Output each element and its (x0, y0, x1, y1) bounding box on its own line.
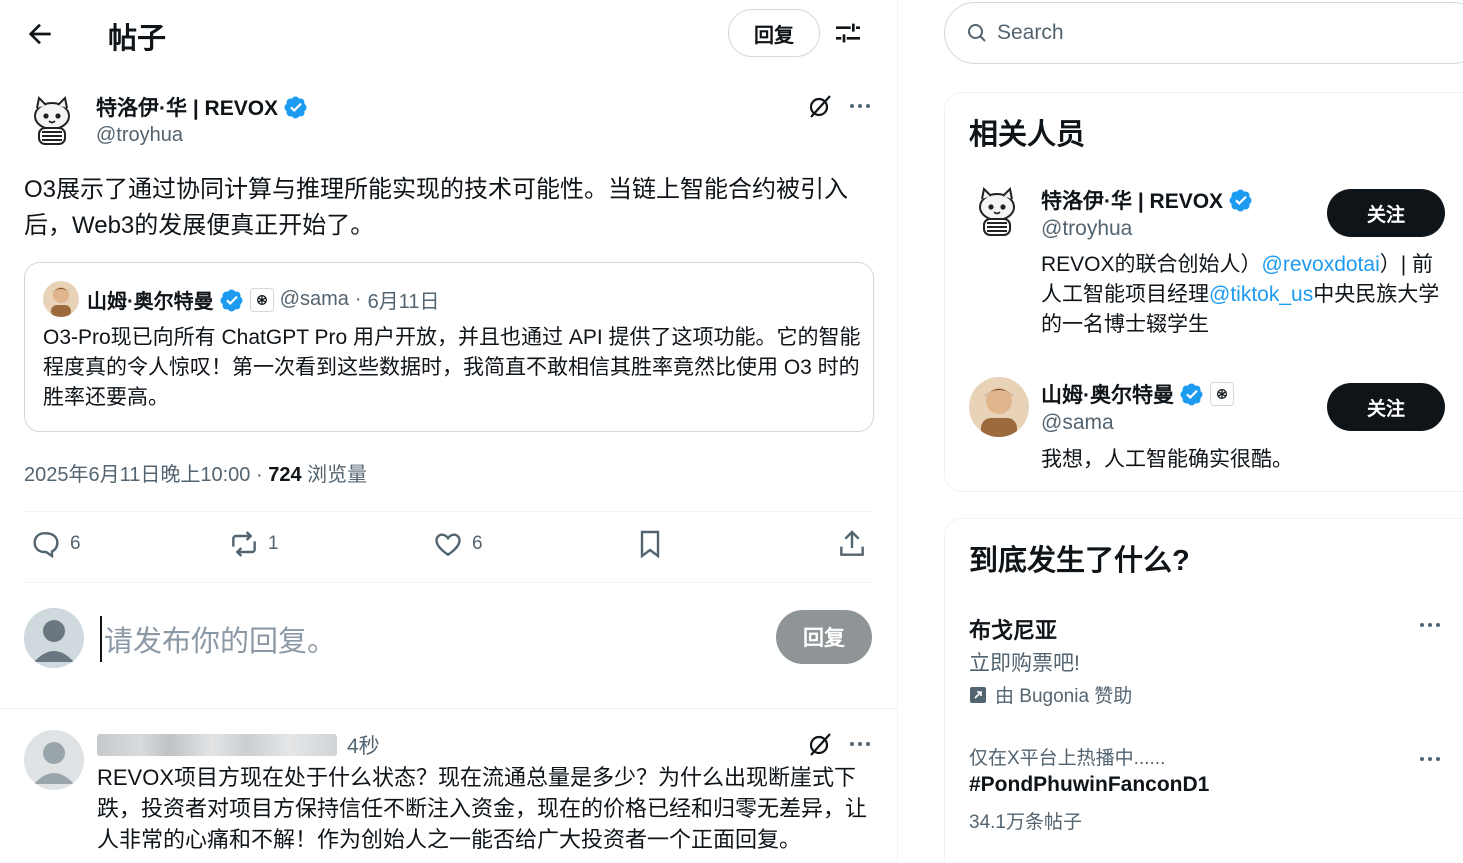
trend-subtitle: 立即购票吧! (969, 652, 1080, 675)
openai-icon[interactable] (1210, 382, 1234, 406)
person-handle[interactable]: @troyhua (1041, 217, 1132, 241)
like-count: 6 (472, 533, 483, 554)
verified-icon (220, 289, 243, 311)
reply-submit-button[interactable]: 回复 (776, 610, 872, 664)
repost-action[interactable]: 1 (228, 528, 279, 560)
trend-context: 仅在X平台上热播中...... (969, 748, 1166, 769)
more-icon[interactable] (1415, 745, 1445, 773)
quote-text: O3-Pro现已向所有 ChatGPT Pro 用户开放，并且也通过 API 提… (43, 326, 861, 409)
adjust-icon[interactable] (832, 17, 864, 49)
more-icon[interactable] (1415, 611, 1445, 639)
relevant-people-title: 相关人员 (969, 119, 1086, 151)
trends-title: 到底发生了什么? (969, 545, 1190, 577)
bookmark-icon (640, 530, 660, 559)
person-name-text[interactable]: 特洛伊·华 | REVOX (1041, 185, 1223, 215)
bookmark-action[interactable] (634, 528, 666, 560)
grok-icon[interactable] (806, 730, 834, 758)
more-icon[interactable] (846, 92, 874, 120)
views-count: 724 (268, 464, 302, 486)
follow-button[interactable]: 关注 (1327, 383, 1445, 431)
post-text: O3展示了通过协同计算与推理所能实现的技术可能性。当链上智能合约被引入后，Web… (24, 176, 849, 239)
right-sidebar: Search 相关人员 特洛伊·华 | REVOX @troyhua 关注 RE… (898, 0, 1463, 863)
quote-handle[interactable]: @sama (280, 288, 349, 311)
divider (0, 708, 898, 709)
post-author-name[interactable]: 特洛伊·华 | REVOX (96, 92, 308, 122)
reply-input[interactable]: 请发布你的回复。 (100, 616, 720, 662)
main-column: 帖子 回复 特洛伊·华 | REVOX @troyhua O3展示了通过协同计算… (0, 0, 898, 863)
divider (24, 582, 874, 583)
my-avatar[interactable] (24, 608, 84, 668)
share-action[interactable] (836, 528, 868, 560)
like-icon (435, 533, 461, 557)
quote-author-avatar[interactable] (43, 281, 79, 317)
reply-text: REVOX项目方现在处于什么状态？现在流通总量是多少？为什么出现断崖式下跌，投资… (97, 765, 868, 852)
reply-filter-button[interactable]: 回复 (728, 9, 820, 57)
trend-name[interactable]: 布戈尼亚 (969, 613, 1057, 645)
repost-count: 1 (268, 533, 279, 554)
quote-header: 山姆·奥尔特曼 @sama · 6月11日 (87, 285, 439, 314)
person-name[interactable]: 特洛伊·华 | REVOX (1041, 185, 1253, 215)
post-meta: 2025年6月11日晚上10:00 · 724 浏览量 (24, 458, 367, 487)
bio-link[interactable]: @revoxdotai (1262, 253, 1380, 276)
reply-time[interactable]: 4秒 (347, 730, 380, 760)
trend-post-count: 34.1万条帖子 (969, 812, 1082, 833)
grok-icon[interactable] (806, 92, 834, 120)
reply-author-avatar[interactable] (24, 730, 84, 790)
divider (24, 511, 874, 512)
promoted-label[interactable]: 由 Bugonia 赞助 (969, 681, 1132, 708)
reply-header: 4秒 (97, 730, 380, 760)
quote-author-name[interactable]: 山姆·奥尔特曼 (87, 285, 214, 314)
bio-link[interactable]: @tiktok_us (1209, 283, 1313, 306)
more-icon[interactable] (846, 730, 874, 758)
promoted-text: 由 Bugonia 赞助 (995, 686, 1133, 707)
share-icon (840, 530, 864, 556)
search-icon (968, 24, 986, 42)
search-placeholder: Search (997, 21, 1064, 44)
post-author-name-text[interactable]: 特洛伊·华 | REVOX (96, 92, 278, 122)
post-author-handle[interactable]: @troyhua (96, 124, 183, 147)
bio-text: REVOX的联合创始人） (1041, 253, 1262, 276)
page-title: 帖子 (108, 23, 167, 55)
verified-icon (1229, 189, 1252, 212)
person-handle[interactable]: @sama (1041, 411, 1114, 435)
quote-separator: · (354, 288, 362, 310)
ad-icon (970, 686, 986, 703)
views-label: 浏览量 (307, 464, 368, 486)
verified-icon (284, 96, 307, 119)
person-avatar[interactable] (969, 377, 1029, 437)
openai-icon[interactable] (249, 287, 274, 312)
page-header: 帖子 回复 (0, 0, 898, 68)
repost-icon (232, 531, 256, 557)
back-arrow-icon[interactable] (24, 18, 56, 50)
relevant-people-card: 相关人员 特洛伊·华 | REVOX @troyhua 关注 REVOX的联合创… (944, 92, 1463, 492)
person-avatar[interactable] (969, 183, 1025, 239)
person-bio: 我想，人工智能确实很酷。 (1041, 448, 1293, 471)
post-actions: 6 1 6 (24, 528, 874, 568)
person-bio: REVOX的联合创始人）@revoxdotai）| 前人工智能项目经理@tikt… (1041, 250, 1451, 340)
reply-icon (33, 532, 59, 559)
person-name[interactable]: 山姆·奥尔特曼 (1041, 379, 1234, 409)
blurred-author-name[interactable] (97, 734, 337, 756)
post-timestamp[interactable]: 2025年6月11日晚上10:00 (24, 464, 250, 486)
search-input[interactable]: Search (944, 2, 1463, 64)
post-author-avatar[interactable] (24, 92, 80, 148)
verified-icon (1180, 383, 1203, 406)
reply-action[interactable]: 6 (30, 528, 81, 560)
meta-separator: · (256, 464, 263, 486)
trend-hashtag[interactable]: #PondPhuwinFanconD1 (969, 773, 1209, 797)
quote-date[interactable]: 6月11日 (368, 285, 440, 314)
trends-card: 到底发生了什么? 布戈尼亚 立即购票吧! 由 Bugonia 赞助 仅在X平台上… (944, 518, 1463, 863)
quoted-post[interactable]: 山姆·奥尔特曼 @sama · 6月11日 O3-Pro现已向所有 ChatGP… (24, 262, 874, 432)
reply-count: 6 (70, 533, 81, 554)
person-name-text[interactable]: 山姆·奥尔特曼 (1041, 379, 1174, 409)
follow-button[interactable]: 关注 (1327, 189, 1445, 237)
like-action[interactable]: 6 (432, 528, 483, 560)
